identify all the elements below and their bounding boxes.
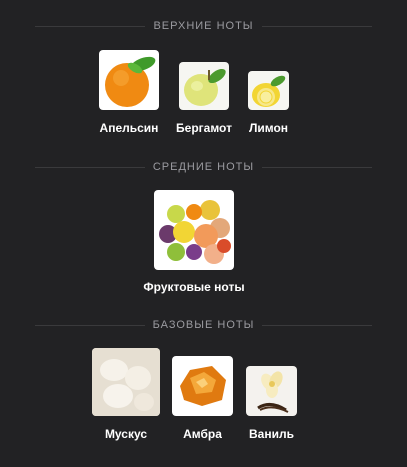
- section-title: ВЕРХНИЕ НОТЫ: [153, 20, 254, 32]
- note-label: Лимон: [248, 121, 289, 135]
- vanilla-icon[interactable]: [246, 366, 297, 416]
- note-label: Мускус: [104, 427, 148, 441]
- musk-icon[interactable]: [92, 348, 160, 416]
- divider: [261, 25, 372, 27]
- divider: [262, 324, 373, 326]
- note-label: Бергамот: [176, 121, 232, 135]
- section-title: БАЗОВЫЕ НОТЫ: [152, 319, 255, 331]
- note-label: Фруктовые ноты: [143, 280, 245, 294]
- note-label: Ваниль: [249, 427, 294, 441]
- divider: [34, 324, 145, 326]
- top-notes-header: ВЕРХНИЕ НОТЫ: [0, 18, 407, 34]
- section-title: СРЕДНИЕ НОТЫ: [152, 161, 255, 173]
- orange-icon[interactable]: [99, 50, 159, 110]
- divider: [34, 166, 145, 168]
- fruits-icon[interactable]: [154, 190, 234, 270]
- bergamot-icon[interactable]: [179, 62, 229, 110]
- base-notes-header: БАЗОВЫЕ НОТЫ: [0, 317, 407, 333]
- divider: [262, 166, 373, 168]
- note-label: Амбра: [183, 427, 222, 441]
- amber-icon[interactable]: [172, 356, 233, 416]
- note-label: Апельсин: [99, 121, 159, 135]
- divider: [35, 25, 146, 27]
- lemon-icon[interactable]: [248, 71, 289, 110]
- middle-notes-header: СРЕДНИЕ НОТЫ: [0, 159, 407, 175]
